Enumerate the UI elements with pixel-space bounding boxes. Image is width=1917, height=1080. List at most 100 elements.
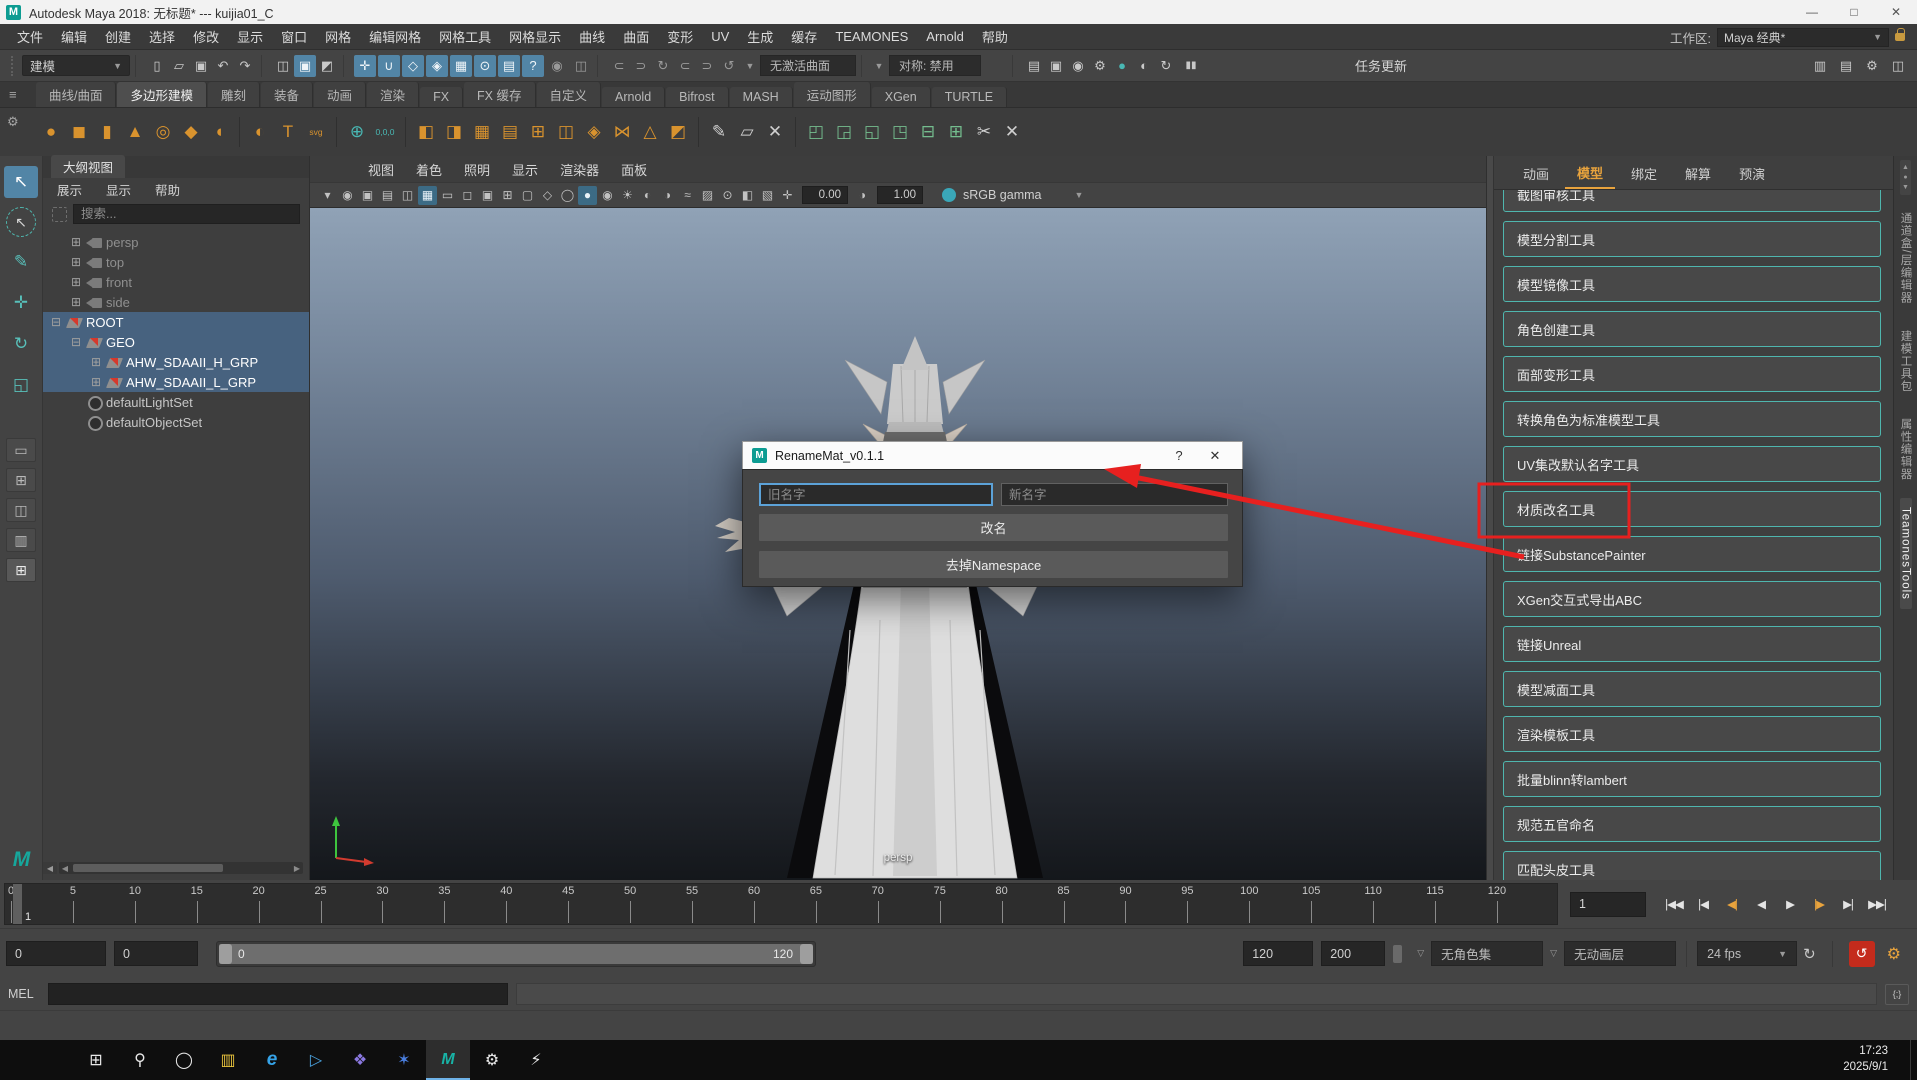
viewport-menu-item[interactable]: 着色 bbox=[406, 160, 452, 179]
menu-item[interactable]: 网格显示 bbox=[500, 27, 570, 46]
shelf-tab[interactable]: XGen bbox=[872, 87, 931, 107]
shelf-tab[interactable]: 雕刻 bbox=[208, 82, 260, 107]
shelf-tab[interactable]: 曲线/曲面 bbox=[36, 82, 116, 107]
menu-item[interactable]: 文件 bbox=[8, 27, 52, 46]
select-object-icon[interactable]: ▣ bbox=[294, 55, 316, 77]
tool-button[interactable]: 链接Unreal bbox=[1503, 626, 1881, 662]
toolbar-grip[interactable] bbox=[11, 56, 16, 76]
animation-start-field[interactable] bbox=[6, 941, 106, 966]
tool-panel-tab[interactable]: 预演 bbox=[1727, 157, 1777, 188]
target-weld-icon[interactable]: △ bbox=[637, 115, 663, 149]
shelf-separator[interactable] bbox=[405, 117, 406, 147]
save-scene-icon[interactable]: ▣ bbox=[190, 55, 212, 77]
textured-icon[interactable]: ◉ bbox=[598, 186, 617, 205]
select-hierarchy-icon[interactable]: ◫ bbox=[272, 55, 294, 77]
outliner-item[interactable]: defaultObjectSet bbox=[43, 412, 309, 432]
viewport-menu-item[interactable]: 显示 bbox=[502, 160, 548, 179]
menu-item[interactable]: UV bbox=[702, 29, 738, 44]
shelf-tab[interactable]: TURTLE bbox=[932, 87, 1007, 107]
tool-button[interactable]: 规范五官命名 bbox=[1503, 806, 1881, 842]
shelf-separator[interactable] bbox=[698, 117, 699, 147]
outliner-menu-item[interactable]: 显示 bbox=[106, 180, 131, 199]
shelf-tab[interactable]: 渲染 bbox=[367, 82, 419, 107]
polygon-cone-icon[interactable]: ▲ bbox=[122, 115, 148, 149]
resolution-gate-icon[interactable]: ◻ bbox=[458, 186, 477, 205]
play-forwards-button[interactable]: ▶ bbox=[1776, 890, 1804, 918]
render-settings-icon[interactable]: ⚙ bbox=[1089, 55, 1111, 77]
shelf-tab[interactable]: 多边形建模 bbox=[117, 82, 207, 107]
start-button[interactable]: ⊞ bbox=[74, 1040, 118, 1080]
tool-button[interactable]: 模型分割工具 bbox=[1503, 221, 1881, 257]
menu-item[interactable]: 生成 bbox=[738, 27, 782, 46]
strip-scroll-widget[interactable]: ▲ ● ▼ bbox=[1900, 160, 1911, 195]
safe-action-icon[interactable]: ▢ bbox=[518, 186, 537, 205]
history-loop-icon[interactable]: ↺ bbox=[718, 55, 740, 77]
outliner-item[interactable]: ⊞ side bbox=[43, 292, 309, 312]
layout-current-button[interactable]: ⊞ bbox=[6, 558, 36, 582]
expander-icon[interactable]: ⊞ bbox=[89, 355, 103, 369]
menu-item[interactable]: 网格工具 bbox=[430, 27, 500, 46]
maya-taskbar-button[interactable]: M bbox=[426, 1040, 470, 1080]
expander-icon[interactable]: ⊞ bbox=[69, 255, 83, 269]
lasso-select-tool[interactable]: ↖ bbox=[6, 207, 36, 237]
render-current-frame-icon[interactable]: ▣ bbox=[1045, 55, 1067, 77]
gamma-field[interactable]: 1.00 bbox=[877, 186, 923, 204]
edit-tool-icon[interactable]: ✕ bbox=[762, 115, 788, 149]
playback-loop-icon[interactable]: ↻ bbox=[1803, 945, 1816, 963]
side-panel-tab[interactable]: 建模工具包 bbox=[1898, 321, 1914, 402]
crease-sets-icon[interactable]: ✂ bbox=[971, 115, 997, 149]
outliner-item[interactable]: ⊞ top bbox=[43, 252, 309, 272]
shelf-tab[interactable]: Arnold bbox=[602, 87, 665, 107]
attribute-editor-toggle-icon[interactable]: ▤ bbox=[1835, 55, 1857, 77]
shelf-tab[interactable]: FX bbox=[420, 87, 463, 107]
shelf-tab[interactable]: MASH bbox=[730, 87, 793, 107]
step-forward-frame-button[interactable]: ▶| bbox=[1834, 890, 1862, 918]
render-view-icon[interactable]: ▤ bbox=[1023, 55, 1045, 77]
tool-button[interactable]: 匹配头皮工具 bbox=[1503, 851, 1881, 880]
dialog-close-button[interactable]: ✕ bbox=[1197, 442, 1233, 470]
construction-history-on-icon[interactable]: ⊂ bbox=[608, 55, 630, 77]
safe-title-icon[interactable]: ◇ bbox=[538, 186, 557, 205]
select-camera-icon[interactable]: ▾ bbox=[318, 186, 337, 205]
coordinates-icon[interactable]: 0,0,0 bbox=[372, 115, 398, 149]
undo-icon[interactable]: ↶ bbox=[212, 55, 234, 77]
chevron-down-icon[interactable]: ▼ bbox=[872, 55, 886, 76]
tool-panel-tab[interactable]: 绑定 bbox=[1619, 157, 1669, 188]
snap-grid-icon[interactable]: ✛ bbox=[354, 55, 376, 77]
menu-item[interactable]: 缓存 bbox=[782, 27, 826, 46]
workspace-dropdown[interactable]: Maya 经典* ▼ bbox=[1717, 28, 1889, 47]
multi-cut-icon[interactable]: ⋈ bbox=[609, 115, 635, 149]
menu-item[interactable]: 选择 bbox=[140, 27, 184, 46]
tool-button[interactable]: 链接SubstancePainter bbox=[1503, 536, 1881, 572]
shelf-separator[interactable] bbox=[239, 117, 240, 147]
booleans-icon[interactable]: ◐ bbox=[247, 115, 273, 149]
extrude-icon[interactable]: ⊞ bbox=[525, 115, 551, 149]
show-desktop-button[interactable] bbox=[1910, 1040, 1917, 1080]
remove-namespace-button[interactable]: 去掉Namespace bbox=[759, 551, 1228, 578]
outliner-menu-item[interactable]: 帮助 bbox=[155, 180, 180, 199]
menu-item[interactable]: 变形 bbox=[658, 27, 702, 46]
polygon-sphere-icon[interactable]: ● bbox=[38, 115, 64, 149]
app-blue-button[interactable]: ✶ bbox=[382, 1040, 426, 1080]
sculpt-tool-icon[interactable]: ⊕ bbox=[344, 115, 370, 149]
motion-blur-icon[interactable]: ≈ bbox=[678, 186, 697, 205]
reduce-icon[interactable]: ▤ bbox=[497, 115, 523, 149]
minimize-button[interactable]: — bbox=[1791, 0, 1833, 24]
history-io-icon[interactable]: ◫ bbox=[570, 55, 592, 77]
scroll-left-icon[interactable]: ◀ bbox=[59, 864, 71, 873]
expander-icon[interactable]: ⊟ bbox=[69, 335, 83, 349]
mel-input[interactable] bbox=[48, 983, 508, 1005]
time-slider-track[interactable]: 0510152025303540455055606570758085909510… bbox=[4, 883, 1558, 925]
tool-button[interactable]: 面部变形工具 bbox=[1503, 356, 1881, 392]
contrast-icon[interactable]: ◑ bbox=[853, 186, 872, 205]
rotate-tool[interactable]: ↻ bbox=[4, 328, 38, 360]
side-panel-tab[interactable]: 通道盒/层编辑器 bbox=[1898, 203, 1914, 313]
polygon-cube-icon[interactable]: ◼ bbox=[66, 115, 92, 149]
isolate-select-icon[interactable]: ◧ bbox=[738, 186, 757, 205]
bridge-icon[interactable]: ◫ bbox=[553, 115, 579, 149]
playback-start-field[interactable] bbox=[114, 941, 198, 966]
range-end-handle[interactable] bbox=[800, 944, 813, 964]
shelf-gear-icon[interactable]: ⚙ bbox=[7, 114, 19, 130]
maximize-button[interactable]: □ bbox=[1833, 0, 1875, 24]
shelf-menu-icon[interactable]: ≡ bbox=[9, 87, 17, 102]
